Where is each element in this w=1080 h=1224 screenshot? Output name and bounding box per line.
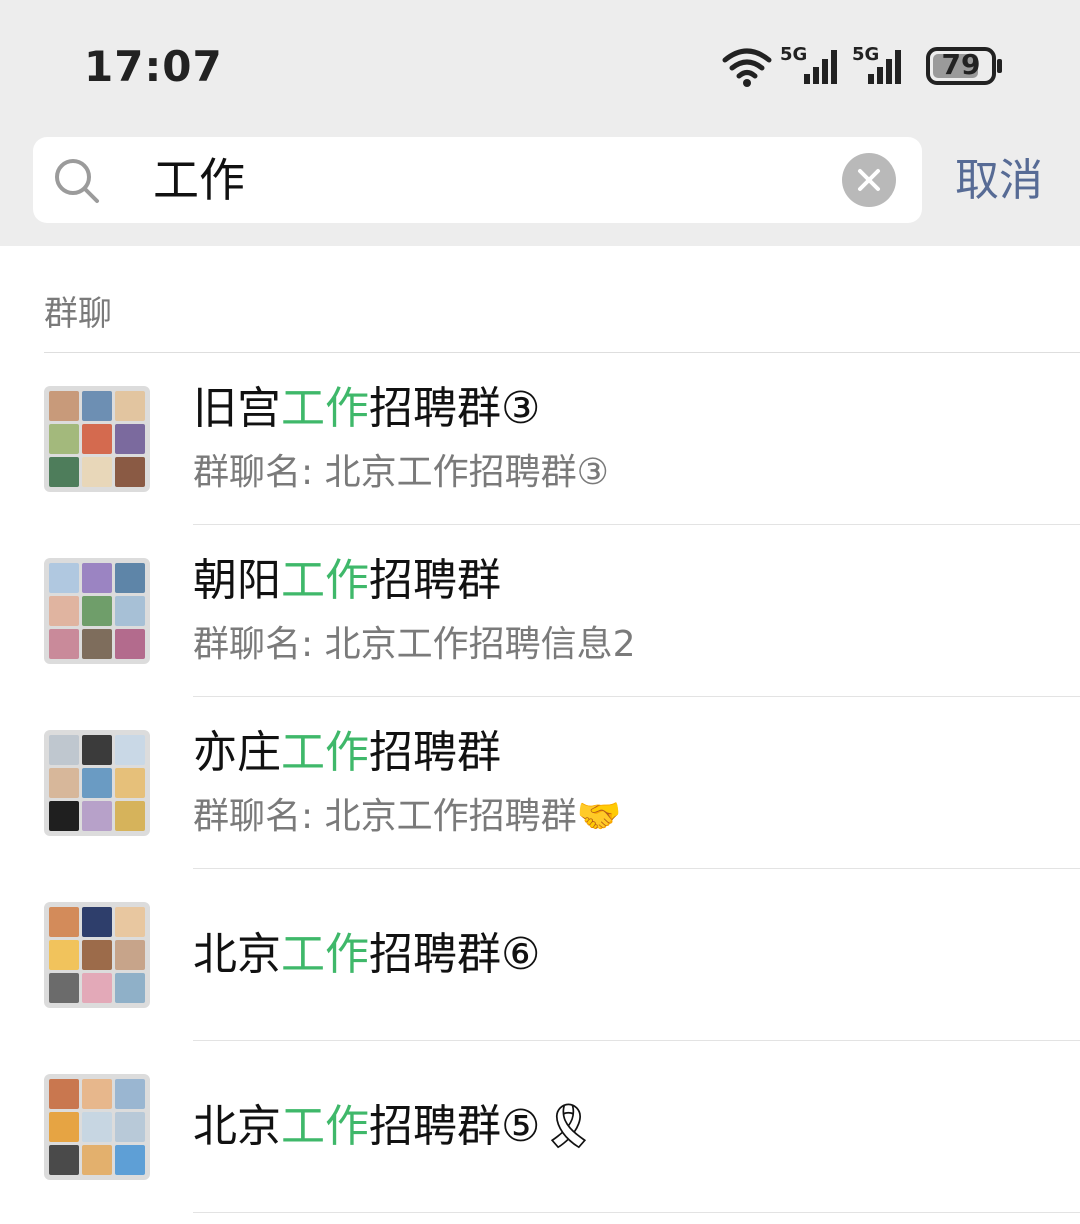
avatar-tile: [82, 1079, 112, 1109]
title-prefix: 北京: [193, 929, 281, 980]
section-label: 群聊: [44, 294, 112, 334]
avatar-tile: [82, 596, 112, 626]
avatar-tile: [82, 735, 112, 765]
avatar-tile: [82, 940, 112, 970]
avatar-tile: [115, 1112, 145, 1142]
title-prefix: 北京: [193, 1101, 281, 1152]
title-highlight: 工作: [281, 555, 369, 606]
cancel-button[interactable]: 取消: [955, 156, 1043, 206]
avatar-tile: [115, 1079, 145, 1109]
result-title: 北京工作招聘群⑥: [193, 929, 540, 981]
result-title: 亦庄工作招聘群: [193, 727, 501, 779]
avatar-tile: [82, 973, 112, 1003]
avatar-tile: [115, 801, 145, 831]
title-highlight: 工作: [281, 383, 369, 434]
avatar-tile: [49, 596, 79, 626]
title-prefix: 朝阳: [193, 555, 281, 606]
avatar-tile: [49, 735, 79, 765]
signal-icon: [868, 50, 901, 84]
title-suffix: 招聘群: [369, 555, 501, 606]
group-avatar: [44, 730, 150, 836]
title-highlight: 工作: [281, 1101, 369, 1152]
group-avatar: [44, 1074, 150, 1180]
avatar-tile: [49, 973, 79, 1003]
avatar-tile: [49, 1079, 79, 1109]
avatar-tile: [82, 801, 112, 831]
avatar-tile: [115, 596, 145, 626]
group-avatar: [44, 902, 150, 1008]
avatar-tile: [49, 629, 79, 659]
avatar-tile: [115, 768, 145, 798]
avatar-tile: [115, 907, 145, 937]
result-title: 朝阳工作招聘群: [193, 555, 501, 607]
avatar-tile: [82, 391, 112, 421]
avatar-tile: [82, 907, 112, 937]
title-highlight: 工作: [281, 929, 369, 980]
avatar-tile: [115, 424, 145, 454]
avatar-tile: [49, 940, 79, 970]
status-icons: 5G 5G 79: [722, 44, 1012, 88]
avatar-tile: [115, 735, 145, 765]
avatar-tile: [82, 1145, 112, 1175]
clear-icon: [858, 169, 880, 191]
group-avatar: [44, 558, 150, 664]
search-icon: [55, 159, 99, 203]
avatar-tile: [49, 768, 79, 798]
title-prefix: 旧宫: [193, 383, 281, 434]
result-title: 北京工作招聘群⑤🎗: [193, 1101, 596, 1153]
title-highlight: 工作: [281, 727, 369, 778]
wifi-icon: [722, 48, 772, 87]
search-header: 17:07 5G 5G 79 工作 取消: [0, 0, 1080, 246]
avatar-tile: [49, 391, 79, 421]
avatar-tile: [49, 1145, 79, 1175]
title-suffix: 招聘群③: [369, 383, 541, 434]
search-field[interactable]: 工作: [33, 137, 922, 223]
title-prefix: 亦庄: [193, 727, 281, 778]
avatar-tile: [82, 563, 112, 593]
avatar-tile: [115, 1145, 145, 1175]
avatar-tile: [49, 563, 79, 593]
result-row[interactable]: 旧宫工作招聘群③ 群聊名: 北京工作招聘群③: [0, 353, 1080, 525]
title-suffix: 招聘群: [369, 727, 501, 778]
group-avatar: [44, 386, 150, 492]
result-subtitle: 群聊名: 北京工作招聘群🤝: [193, 796, 622, 837]
avatar-tile: [49, 424, 79, 454]
avatar-tile: [49, 1112, 79, 1142]
result-subtitle: 群聊名: 北京工作招聘信息2: [193, 624, 636, 665]
result-row[interactable]: 朝阳工作招聘群群聊名: 北京工作招聘信息2: [0, 525, 1080, 697]
signal-icon: [804, 50, 837, 84]
result-row[interactable]: 亦庄工作招聘群群聊名: 北京工作招聘群🤝: [0, 697, 1080, 869]
avatar-tile: [115, 973, 145, 1003]
avatar-tile: [115, 563, 145, 593]
result-row[interactable]: 北京工作招聘群⑤🎗: [0, 1041, 1080, 1213]
avatar-tile: [115, 629, 145, 659]
result-row[interactable]: 北京工作招聘群⑥: [0, 869, 1080, 1041]
avatar-tile: [49, 801, 79, 831]
avatar-tile: [82, 629, 112, 659]
title-suffix: 招聘群⑤🎗: [369, 1101, 597, 1152]
divider: [193, 1212, 1080, 1213]
avatar-tile: [82, 457, 112, 487]
avatar-tile: [82, 424, 112, 454]
avatar-tile: [115, 391, 145, 421]
avatar-tile: [49, 457, 79, 487]
battery-level: 79: [941, 48, 981, 81]
avatar-tile: [115, 457, 145, 487]
avatar-tile: [115, 940, 145, 970]
avatar-tile: [82, 1112, 112, 1142]
title-suffix: 招聘群⑥: [369, 929, 541, 980]
clear-button[interactable]: [842, 153, 896, 207]
status-time: 17:07: [84, 42, 223, 91]
avatar-tile: [49, 907, 79, 937]
result-title: 旧宫工作招聘群③: [193, 383, 540, 435]
avatar-tile: [82, 768, 112, 798]
result-subtitle: 群聊名: 北京工作招聘群③: [193, 452, 609, 493]
search-input[interactable]: 工作: [153, 155, 245, 205]
